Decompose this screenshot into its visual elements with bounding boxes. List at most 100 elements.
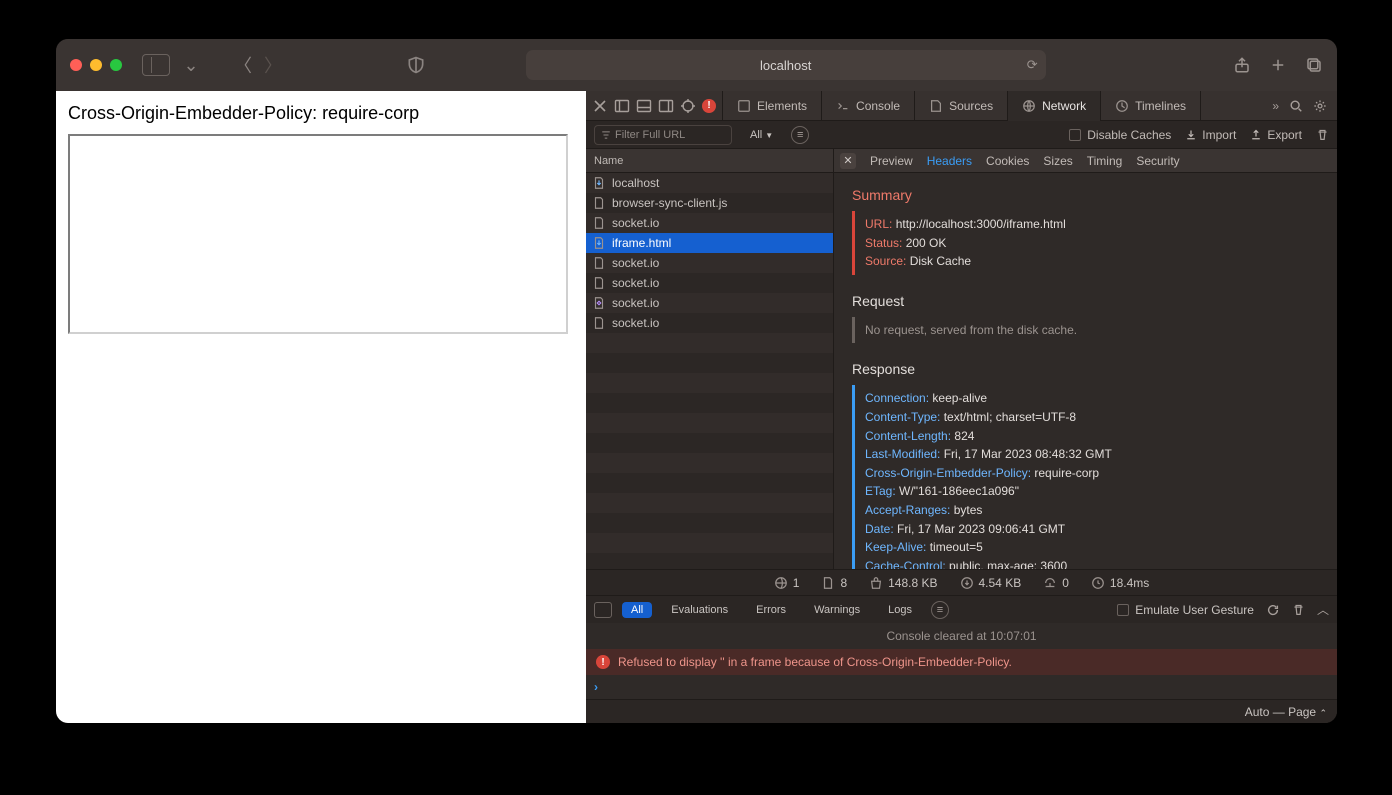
tab-console[interactable]: Console bbox=[822, 91, 915, 120]
detail-tabbar: ✕ Preview Headers Cookies Sizes Timing S… bbox=[834, 149, 1337, 173]
globe-icon bbox=[774, 576, 788, 590]
inspector-dock-controls: ! bbox=[586, 91, 723, 120]
emulate-user-gesture-toggle[interactable]: Emulate User Gesture bbox=[1117, 603, 1254, 617]
network-row-empty bbox=[586, 473, 833, 493]
console-status-bar: Auto — Page ⌃ bbox=[586, 699, 1337, 723]
network-row[interactable]: socket.io bbox=[586, 293, 833, 313]
close-window-button[interactable] bbox=[70, 59, 82, 71]
embedded-iframe bbox=[68, 134, 568, 334]
network-type-filter[interactable]: All▼ bbox=[742, 127, 781, 143]
tab-overview-icon[interactable] bbox=[1305, 56, 1323, 74]
clear-network-icon[interactable] bbox=[1316, 128, 1329, 141]
request-title: Request bbox=[852, 293, 1319, 309]
stat-domains: 1 bbox=[774, 576, 800, 590]
console-filter-warnings[interactable]: Warnings bbox=[805, 602, 869, 618]
tab-timelines[interactable]: Timelines bbox=[1101, 91, 1201, 120]
network-row-empty bbox=[586, 433, 833, 453]
network-row-empty bbox=[586, 553, 833, 569]
collapse-console-icon[interactable]: ︿ bbox=[1317, 601, 1329, 618]
dock-right-icon[interactable] bbox=[658, 98, 674, 114]
network-row[interactable]: socket.io bbox=[586, 313, 833, 333]
network-row[interactable]: socket.io bbox=[586, 213, 833, 233]
response-block: Connection: keep-aliveContent-Type: text… bbox=[852, 385, 1319, 569]
detail-tab-preview[interactable]: Preview bbox=[870, 154, 913, 168]
console-filter-evaluations[interactable]: Evaluations bbox=[662, 602, 737, 618]
clear-console-icon[interactable] bbox=[1292, 603, 1305, 616]
console-messages: Console cleared at 10:07:01 ! Refused to… bbox=[586, 623, 1337, 675]
dock-bottom-icon[interactable] bbox=[636, 98, 652, 114]
network-filter-input[interactable]: Filter Full URL bbox=[594, 125, 732, 145]
back-button[interactable]: 〈 bbox=[234, 52, 252, 78]
download-icon bbox=[960, 576, 974, 590]
network-row-empty bbox=[586, 493, 833, 513]
toggle-sidebar-button[interactable] bbox=[142, 54, 170, 76]
network-row-empty bbox=[586, 533, 833, 553]
response-header: Date: Fri, 17 Mar 2023 09:06:41 GMT bbox=[865, 520, 1319, 539]
stat-download: 4.54 KB bbox=[960, 576, 1022, 590]
search-icon[interactable] bbox=[1289, 99, 1303, 113]
network-row-empty bbox=[586, 333, 833, 353]
detail-tab-sizes[interactable]: Sizes bbox=[1043, 154, 1072, 168]
network-row[interactable]: browser-sync-client.js bbox=[586, 193, 833, 213]
network-row[interactable]: localhost bbox=[586, 173, 833, 193]
detail-tab-timing[interactable]: Timing bbox=[1087, 154, 1123, 168]
clock-icon bbox=[1091, 576, 1105, 590]
address-bar[interactable]: localhost ⟳ bbox=[526, 50, 1046, 80]
console-prompt[interactable]: › bbox=[586, 675, 1337, 699]
network-row[interactable]: iframe.html bbox=[586, 233, 833, 253]
address-bar-text: localhost bbox=[760, 58, 811, 73]
response-header: Keep-Alive: timeout=5 bbox=[865, 538, 1319, 557]
network-row-name: socket.io bbox=[612, 296, 659, 310]
disable-caches-toggle[interactable]: Disable Caches bbox=[1069, 128, 1171, 142]
settings-gear-icon[interactable] bbox=[1313, 99, 1327, 113]
network-column-header[interactable]: Name bbox=[586, 149, 833, 173]
console-scope-button[interactable]: ≡ bbox=[931, 601, 949, 619]
tab-sources[interactable]: Sources bbox=[915, 91, 1008, 120]
response-header: Cache-Control: public, max-age: 3600 bbox=[865, 557, 1319, 569]
console-filter-all[interactable]: All bbox=[622, 602, 652, 618]
more-tabs-icon[interactable]: » bbox=[1272, 99, 1279, 113]
new-tab-icon[interactable] bbox=[1269, 56, 1287, 74]
group-media-button[interactable]: ≡ bbox=[791, 126, 809, 144]
response-header: Content-Length: 824 bbox=[865, 427, 1319, 446]
share-icon[interactable] bbox=[1233, 56, 1251, 74]
response-header: Content-Type: text/html; charset=UTF-8 bbox=[865, 408, 1319, 427]
console-filter-errors[interactable]: Errors bbox=[747, 602, 795, 618]
detail-tab-cookies[interactable]: Cookies bbox=[986, 154, 1029, 168]
reload-ignoring-cache-icon[interactable] bbox=[1266, 603, 1280, 617]
minimize-window-button[interactable] bbox=[90, 59, 102, 71]
content-area: Cross-Origin-Embedder-Policy: require-co… bbox=[56, 91, 1337, 723]
network-stats: 1 8 148.8 KB 4.54 KB 0 18.4ms bbox=[586, 569, 1337, 595]
detail-scroll[interactable]: Summary URL: http://localhost:3000/ifram… bbox=[834, 173, 1337, 569]
console-sidebar-toggle[interactable] bbox=[594, 602, 612, 618]
network-row-name: socket.io bbox=[612, 256, 659, 270]
element-picker-icon[interactable] bbox=[680, 98, 696, 114]
sidebar-menu-chevron-icon[interactable]: ⌄ bbox=[182, 55, 200, 76]
close-details-icon[interactable]: ✕ bbox=[840, 153, 856, 169]
detail-tab-headers[interactable]: Headers bbox=[927, 154, 972, 168]
dock-left-icon[interactable] bbox=[614, 98, 630, 114]
console-cleared-message: Console cleared at 10:07:01 bbox=[586, 623, 1337, 649]
reload-icon[interactable]: ⟳ bbox=[1027, 57, 1038, 73]
upload-icon bbox=[1043, 576, 1057, 590]
stat-resources: 8 bbox=[821, 576, 847, 590]
close-inspector-icon[interactable] bbox=[592, 98, 608, 114]
network-row[interactable]: socket.io bbox=[586, 253, 833, 273]
console-icon bbox=[836, 99, 850, 113]
webpage-viewport: Cross-Origin-Embedder-Policy: require-co… bbox=[56, 91, 586, 723]
export-har-button[interactable]: Export bbox=[1250, 128, 1302, 142]
zoom-window-button[interactable] bbox=[110, 59, 122, 71]
elements-icon bbox=[737, 99, 751, 113]
console-filter-logs[interactable]: Logs bbox=[879, 602, 921, 618]
import-har-button[interactable]: Import bbox=[1185, 128, 1236, 142]
network-row-empty bbox=[586, 353, 833, 373]
execution-context-picker[interactable]: Auto — Page ⌃ bbox=[1245, 705, 1327, 719]
tab-network[interactable]: Network bbox=[1008, 91, 1101, 120]
privacy-report-icon[interactable] bbox=[406, 55, 426, 75]
sources-icon bbox=[929, 99, 943, 113]
tab-elements[interactable]: Elements bbox=[723, 91, 822, 120]
error-badge-icon[interactable]: ! bbox=[702, 99, 716, 113]
forward-button[interactable]: 〉 bbox=[264, 52, 282, 78]
detail-tab-security[interactable]: Security bbox=[1136, 154, 1179, 168]
network-row[interactable]: socket.io bbox=[586, 273, 833, 293]
